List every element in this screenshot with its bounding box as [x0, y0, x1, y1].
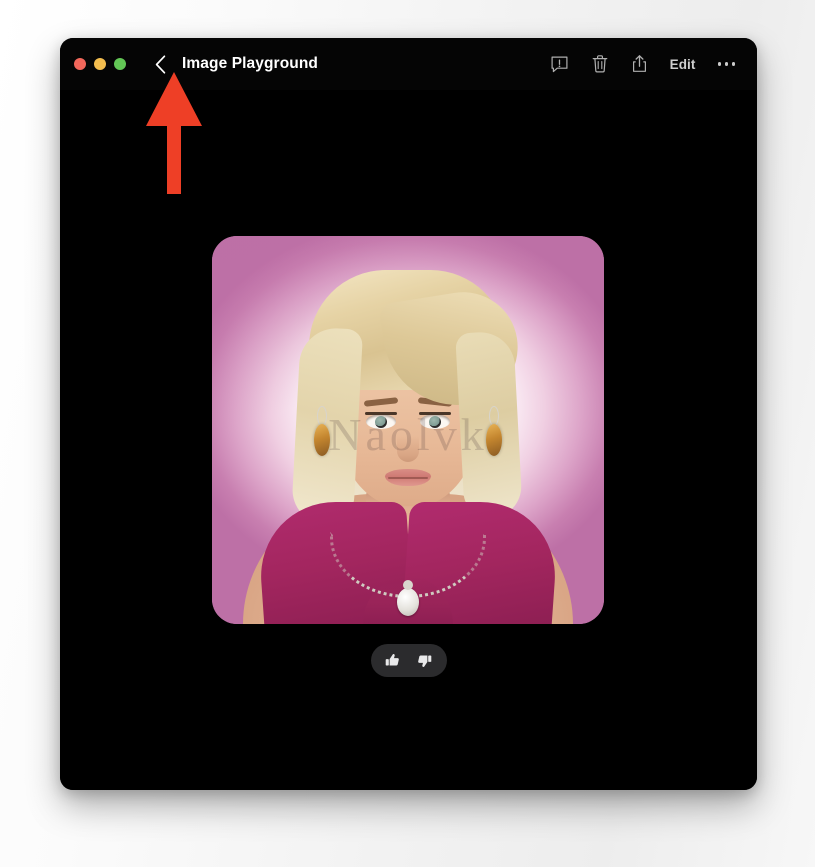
- title-bar: Image Playground Edit: [60, 38, 757, 90]
- window-title: Image Playground: [182, 55, 318, 72]
- earring-left: [314, 424, 330, 456]
- eyeliner-right: [419, 412, 451, 415]
- report-concern-button[interactable]: [548, 51, 572, 77]
- more-options-button[interactable]: [716, 58, 738, 70]
- portrait-illustration: [212, 236, 604, 624]
- generated-image-card[interactable]: Naolvk: [212, 236, 604, 624]
- edit-button[interactable]: Edit: [668, 55, 698, 74]
- earring-hook-left: [317, 406, 327, 426]
- earring-hook-right: [489, 406, 499, 426]
- earring-right: [486, 424, 502, 456]
- speech-bubble-exclamation-icon: [550, 55, 569, 74]
- feedback-pill: [370, 644, 447, 677]
- hair-side-left: [290, 326, 364, 526]
- eye-right: [420, 414, 450, 429]
- close-button[interactable]: [74, 58, 86, 70]
- share-icon: [631, 54, 648, 74]
- chevron-left-icon: [155, 54, 166, 74]
- content-area: Naolvk: [60, 90, 757, 790]
- minimize-button[interactable]: [94, 58, 106, 70]
- nose: [397, 436, 419, 462]
- delete-button[interactable]: [588, 51, 612, 77]
- thumbs-down-button[interactable]: [415, 651, 435, 671]
- traffic-light-controls: [74, 58, 126, 70]
- hair-side-right: [455, 330, 523, 520]
- trash-icon: [591, 54, 609, 74]
- toolbar: Edit: [548, 51, 737, 77]
- back-button[interactable]: [149, 51, 171, 77]
- thumbs-up-button[interactable]: [383, 651, 403, 671]
- necklace-pendant: [397, 580, 419, 616]
- ellipsis-icon: [717, 62, 735, 66]
- maximize-button[interactable]: [114, 58, 126, 70]
- thumbs-down-icon: [416, 652, 433, 669]
- share-button[interactable]: [628, 51, 652, 77]
- eye-left: [366, 414, 396, 429]
- eyeliner-left: [365, 412, 397, 415]
- app-window: Image Playground Edit Naolvk: [60, 38, 757, 790]
- thumbs-up-icon: [384, 652, 401, 669]
